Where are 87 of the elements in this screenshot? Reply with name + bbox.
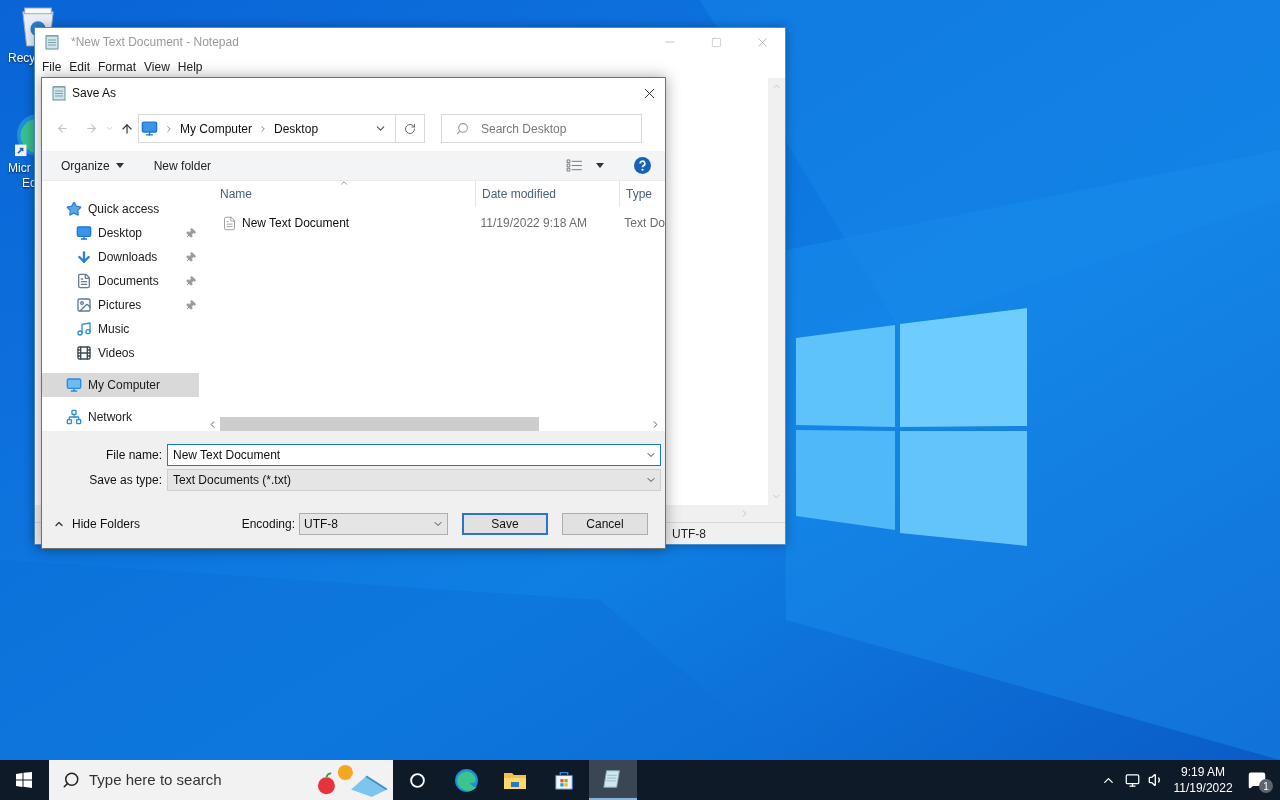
file-row[interactable]: New Text Document 11/19/2022 9:18 AM Text Do xyxy=(206,211,665,235)
start-icon xyxy=(16,772,32,788)
address-bar[interactable]: My Computer Desktop xyxy=(138,114,396,143)
desktop-icon-label: Recy xyxy=(8,51,37,66)
notification-count-badge: 1 xyxy=(1259,779,1273,793)
chevron-down-icon xyxy=(104,124,114,133)
folder-icon xyxy=(503,770,527,790)
notifications-button[interactable]: 1 xyxy=(1234,760,1280,800)
nav-label: Desktop xyxy=(98,225,143,242)
encoding-dropdown[interactable]: UTF-8 xyxy=(299,513,448,535)
film-icon xyxy=(76,345,92,361)
caret-icon[interactable] xyxy=(596,163,604,168)
search-icon xyxy=(456,122,469,135)
star-icon xyxy=(66,201,82,217)
taskbar-search-field[interactable]: Type here to search xyxy=(49,760,393,800)
network-icon[interactable] xyxy=(1125,772,1140,788)
search-field[interactable]: Search Desktop xyxy=(441,114,642,143)
music-note-icon xyxy=(76,321,92,337)
notepad-icon xyxy=(44,34,60,50)
notepad-icon xyxy=(51,85,67,101)
browser-icon xyxy=(453,767,479,793)
nav-item[interactable]: Downloads xyxy=(42,245,199,269)
nav-item[interactable]: Music xyxy=(42,317,199,341)
field-label: File name: xyxy=(104,447,162,464)
search-icon xyxy=(62,771,80,789)
organize-button[interactable]: Organize xyxy=(53,153,132,178)
left-arrow-icon xyxy=(55,122,69,135)
file-cell-text: 11/19/2022 9:18 AM xyxy=(480,215,588,232)
column-header[interactable]: Type xyxy=(619,181,665,207)
nav-item[interactable]: Documents xyxy=(42,269,199,293)
nav-label: Music xyxy=(98,321,130,338)
field-label: Save as type: xyxy=(88,472,162,489)
image-icon xyxy=(76,297,92,313)
caret-icon xyxy=(115,163,124,168)
dialog-button[interactable]: Cancel xyxy=(562,513,648,535)
file-name-field[interactable]: New Text Document xyxy=(167,444,661,466)
window-title: *New Text Document - Notepad xyxy=(71,34,239,51)
nav-item[interactable]: Desktop xyxy=(42,221,199,245)
file-type-dropdown[interactable]: Text Documents (*.txt) xyxy=(167,469,661,491)
file-cell-text: New Text Document xyxy=(242,215,350,232)
nav-item[interactable]: My Computer xyxy=(42,373,199,397)
clock[interactable]: 9:19 AM 11/19/2022 xyxy=(1174,764,1232,796)
shopping-bag-icon xyxy=(553,769,575,791)
right-arrow-icon xyxy=(84,122,98,135)
nav-item[interactable]: Network xyxy=(42,405,199,429)
dialog-button[interactable]: Save xyxy=(462,513,548,535)
taskbar-app[interactable] xyxy=(589,760,637,800)
nav-label: Videos xyxy=(98,345,135,362)
nav-label: My Computer xyxy=(88,377,161,394)
file-cell-text: Text Do xyxy=(624,215,665,232)
nav-label: Pictures xyxy=(98,297,142,314)
maximize-icon xyxy=(710,36,722,48)
column-header[interactable]: Date modified xyxy=(475,181,619,207)
menu-item[interactable]: Format xyxy=(94,58,141,76)
document-icon xyxy=(76,273,92,289)
nav-label: Network xyxy=(88,409,132,426)
encoding-label: Encoding: xyxy=(241,516,295,533)
view-options-icon[interactable] xyxy=(566,159,583,172)
text-file-icon xyxy=(222,215,237,231)
nav-item[interactable]: Pictures xyxy=(42,293,199,317)
circle-icon xyxy=(408,771,426,789)
refresh-button[interactable] xyxy=(396,114,425,143)
nav-label: Downloads xyxy=(98,249,158,266)
new-folder-button[interactable]: New folder xyxy=(145,153,220,178)
nav-label: Quick access xyxy=(88,201,160,218)
menu-item[interactable]: File xyxy=(38,58,66,76)
monitor-icon xyxy=(141,120,158,137)
down-arrow-icon xyxy=(76,249,92,265)
scrollbar-thumb[interactable] xyxy=(220,417,539,431)
nav-label: Documents xyxy=(98,273,159,290)
breadcrumb-item[interactable]: Desktop xyxy=(274,119,319,138)
monitor-icon xyxy=(76,225,92,241)
help-icon[interactable] xyxy=(634,157,651,174)
nav-item[interactable]: Quick access xyxy=(42,197,199,221)
dialog-title: Save As xyxy=(72,85,117,102)
monitor-icon xyxy=(66,377,82,393)
network-icon xyxy=(66,409,82,425)
menu-item[interactable]: Edit xyxy=(65,58,95,76)
status-text: UTF-8 xyxy=(671,525,707,543)
breadcrumb-item[interactable]: My Computer xyxy=(180,119,253,138)
nav-item[interactable]: Videos xyxy=(42,341,199,365)
menu-item[interactable]: Help xyxy=(173,58,207,76)
refresh-icon xyxy=(404,122,416,135)
hide-folders-button[interactable]: Hide Folders xyxy=(53,515,141,533)
menu-item[interactable]: View xyxy=(140,58,174,76)
column-header[interactable]: Name xyxy=(206,181,475,207)
chevron-icon xyxy=(164,123,174,134)
